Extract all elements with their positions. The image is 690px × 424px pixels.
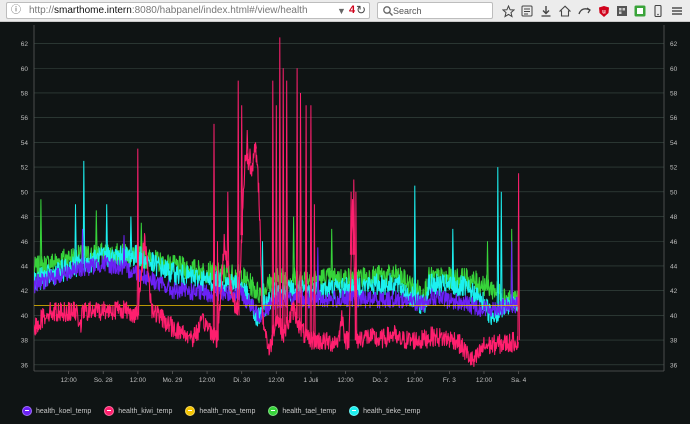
x-tick-label: 12:00 [337,377,354,384]
y-tick-label-right: 48 [670,214,678,221]
url-path: :8080/habpanel/index.html#/view/health [131,5,308,16]
y-tick-label-left: 50 [21,189,29,196]
legend-item[interactable]: health_koel_temp [22,406,91,416]
y-tick-label-right: 62 [670,41,678,48]
address-bar[interactable]: ⓘ http://smarthome.intern:8080/habpanel/… [6,2,370,19]
series-spike [486,241,489,287]
series-spike [313,204,316,341]
y-tick-label-left: 62 [21,41,29,48]
x-tick-label: 12:00 [130,377,147,384]
series-spike [246,129,249,159]
y-tick-label-left: 56 [21,115,29,122]
shield-icon[interactable]: u [596,3,612,19]
x-tick-label: Di. 30 [233,377,250,384]
y-tick-label-left: 60 [21,66,29,73]
y-tick-label-right: 58 [670,90,678,97]
y-tick-label-left: 52 [21,165,29,172]
legend-item[interactable]: health_tael_temp [268,406,336,416]
x-tick-label: Mo. 29 [163,377,183,384]
download-icon[interactable] [538,3,554,19]
x-tick-label: 1 Juli [303,377,318,384]
y-tick-label-right: 56 [670,115,678,122]
y-tick-label-left: 36 [21,362,29,369]
legend-item[interactable]: health_tieke_temp [349,406,420,416]
y-tick-label-right: 54 [670,140,678,147]
legend-label: health_tael_temp [282,407,337,415]
y-tick-label-right: 40 [670,313,678,320]
x-tick-label: 12:00 [407,377,424,384]
legend-item[interactable]: health_kiwi_temp [104,406,172,416]
series-spike [129,216,133,257]
legend-label: health_kiwi_temp [118,407,173,415]
info-icon[interactable]: ⓘ [10,5,22,17]
y-tick-label-left: 42 [21,288,29,295]
x-tick-label: 12:00 [476,377,493,384]
series-spike [39,199,43,267]
y-tick-label-left: 48 [21,214,29,221]
series-spike [517,173,520,341]
series-spike [309,105,313,341]
x-tick-label: 12:00 [268,377,285,384]
series-spike [212,123,216,334]
y-tick-label-right: 60 [670,66,678,73]
url-prefix: http:// [29,5,55,16]
url-history-dropdown-icon[interactable]: ▼ [337,5,346,17]
legend-swatch [22,406,32,416]
menu-icon[interactable] [669,3,685,19]
series-spike [240,105,243,236]
y-tick-label-left: 58 [21,90,29,97]
y-tick-label-left: 40 [21,313,29,320]
x-tick-label: So. 28 [94,377,113,384]
x-tick-label: Do. 2 [372,377,388,384]
extension-green-icon[interactable] [632,3,648,19]
search-input[interactable] [393,4,489,17]
y-tick-label-left: 54 [21,140,29,147]
url-text[interactable]: http://smarthome.intern:8080/habpanel/in… [29,5,308,17]
legend-label: health_koel_temp [36,407,92,415]
legend-swatch [185,406,196,416]
reading-list-icon[interactable] [519,3,535,19]
legend-swatch [349,406,360,416]
url-host: smarthome.intern [54,5,132,16]
series-spike [226,191,230,267]
sync-icon[interactable] [576,3,592,19]
x-tick-label: Sa. 4 [511,377,527,384]
y-tick-label-right: 52 [670,165,678,172]
series-spike [248,148,252,164]
y-tick-label-left: 38 [21,338,29,345]
y-tick-label-right: 46 [670,239,678,246]
y-tick-label-left: 46 [21,239,29,246]
reload-button[interactable]: ↻ [352,2,370,19]
extension-phone-icon[interactable] [650,3,666,19]
x-tick-label: Fr. 3 [443,377,456,384]
series-spike [500,191,503,310]
search-bar[interactable] [377,2,493,19]
browser-toolbar: ⓘ http://smarthome.intern:8080/habpanel/… [0,0,690,22]
dashboard-panel: 36 36 38 38 40 40 42 42 44 44 46 46 48 48 50 50 52 52 54 54… [0,22,690,424]
series-spike [354,191,358,341]
home-icon[interactable] [557,3,573,19]
series-line[interactable] [34,37,520,368]
x-tick-label: 12:00 [60,377,77,384]
legend-swatch [268,406,279,416]
series-spike [292,216,295,279]
legend-label: health_tieke_temp [363,407,421,415]
legend-swatch [104,406,115,416]
y-tick-label-right: 38 [670,338,678,345]
legend-label: health_moa_temp [199,407,256,415]
series-spike [216,241,219,341]
y-tick-label-right: 50 [670,189,678,196]
chart-legend: health_koel_temp health_kiwi_temp health_m… [22,404,433,418]
y-tick-label-right: 44 [670,263,678,270]
bookmark-star-icon[interactable] [500,3,516,19]
temperature-chart[interactable]: 36 36 38 38 40 40 42 42 44 44 46 46 48 48 50 50 52 52 54 54… [0,22,690,402]
y-tick-label-right: 42 [670,288,678,295]
svg-text:u: u [602,9,606,15]
y-tick-label-left: 44 [21,263,29,270]
y-tick-label-right: 36 [670,362,678,369]
x-tick-label: 12:00 [199,377,216,384]
addon-grid-icon[interactable] [614,3,630,19]
legend-item[interactable]: health_moa_temp [185,406,255,416]
